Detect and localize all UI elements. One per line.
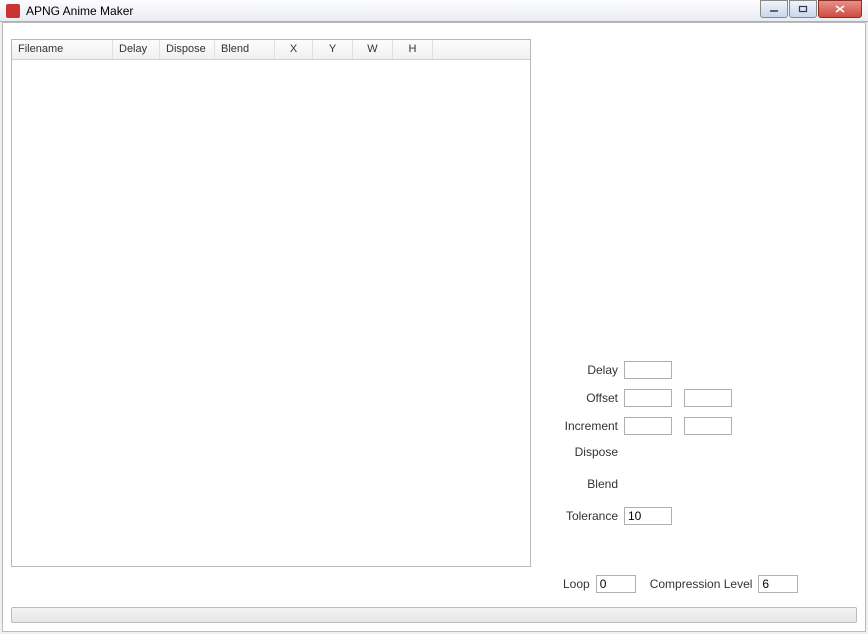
- dispose-row: Dispose: [563, 445, 624, 459]
- increment-y-input[interactable]: [684, 417, 732, 435]
- col-y[interactable]: Y: [313, 40, 353, 59]
- offset-x-input[interactable]: [624, 389, 672, 407]
- increment-x-input[interactable]: [624, 417, 672, 435]
- tolerance-row: Tolerance: [563, 507, 672, 525]
- delay-row: Delay: [563, 361, 672, 379]
- tolerance-input[interactable]: [624, 507, 672, 525]
- loop-input[interactable]: [596, 575, 636, 593]
- delay-input[interactable]: [624, 361, 672, 379]
- frame-table[interactable]: Filename Delay Dispose Blend X Y W H: [11, 39, 531, 567]
- offset-label: Offset: [563, 391, 618, 405]
- loop-label: Loop: [563, 577, 590, 591]
- col-blend[interactable]: Blend: [215, 40, 275, 59]
- col-spacer: [433, 40, 530, 59]
- offset-row: Offset: [563, 389, 732, 407]
- dispose-label: Dispose: [563, 445, 618, 459]
- window-controls: [759, 0, 862, 18]
- title-bar: APNG Anime Maker: [0, 0, 868, 22]
- col-h[interactable]: H: [393, 40, 433, 59]
- close-icon: [834, 5, 846, 13]
- minimize-button[interactable]: [760, 0, 788, 18]
- col-x[interactable]: X: [275, 40, 313, 59]
- offset-y-input[interactable]: [684, 389, 732, 407]
- app-icon: [6, 4, 20, 18]
- compression-input[interactable]: [758, 575, 798, 593]
- window-title: APNG Anime Maker: [26, 4, 133, 18]
- increment-label: Increment: [563, 419, 618, 433]
- maximize-icon: [798, 5, 808, 13]
- minimize-icon: [769, 5, 779, 13]
- maximize-button[interactable]: [789, 0, 817, 18]
- col-dispose[interactable]: Dispose: [160, 40, 215, 59]
- col-filename[interactable]: Filename: [12, 40, 113, 59]
- table-header: Filename Delay Dispose Blend X Y W H: [12, 40, 530, 60]
- compression-label: Compression Level: [650, 577, 753, 591]
- delay-label: Delay: [563, 363, 618, 377]
- bottom-row: Loop Compression Level: [563, 575, 798, 593]
- blend-row: Blend: [563, 477, 624, 491]
- right-panel: Delay Offset Increment Dispose: [539, 31, 857, 601]
- tolerance-label: Tolerance: [563, 509, 618, 523]
- col-w[interactable]: W: [353, 40, 393, 59]
- progress-bar: [11, 607, 857, 623]
- close-button[interactable]: [818, 0, 862, 18]
- app-body: Filename Delay Dispose Blend X Y W H Del…: [2, 22, 866, 632]
- increment-row: Increment: [563, 417, 732, 435]
- col-delay[interactable]: Delay: [113, 40, 160, 59]
- blend-label: Blend: [563, 477, 618, 491]
